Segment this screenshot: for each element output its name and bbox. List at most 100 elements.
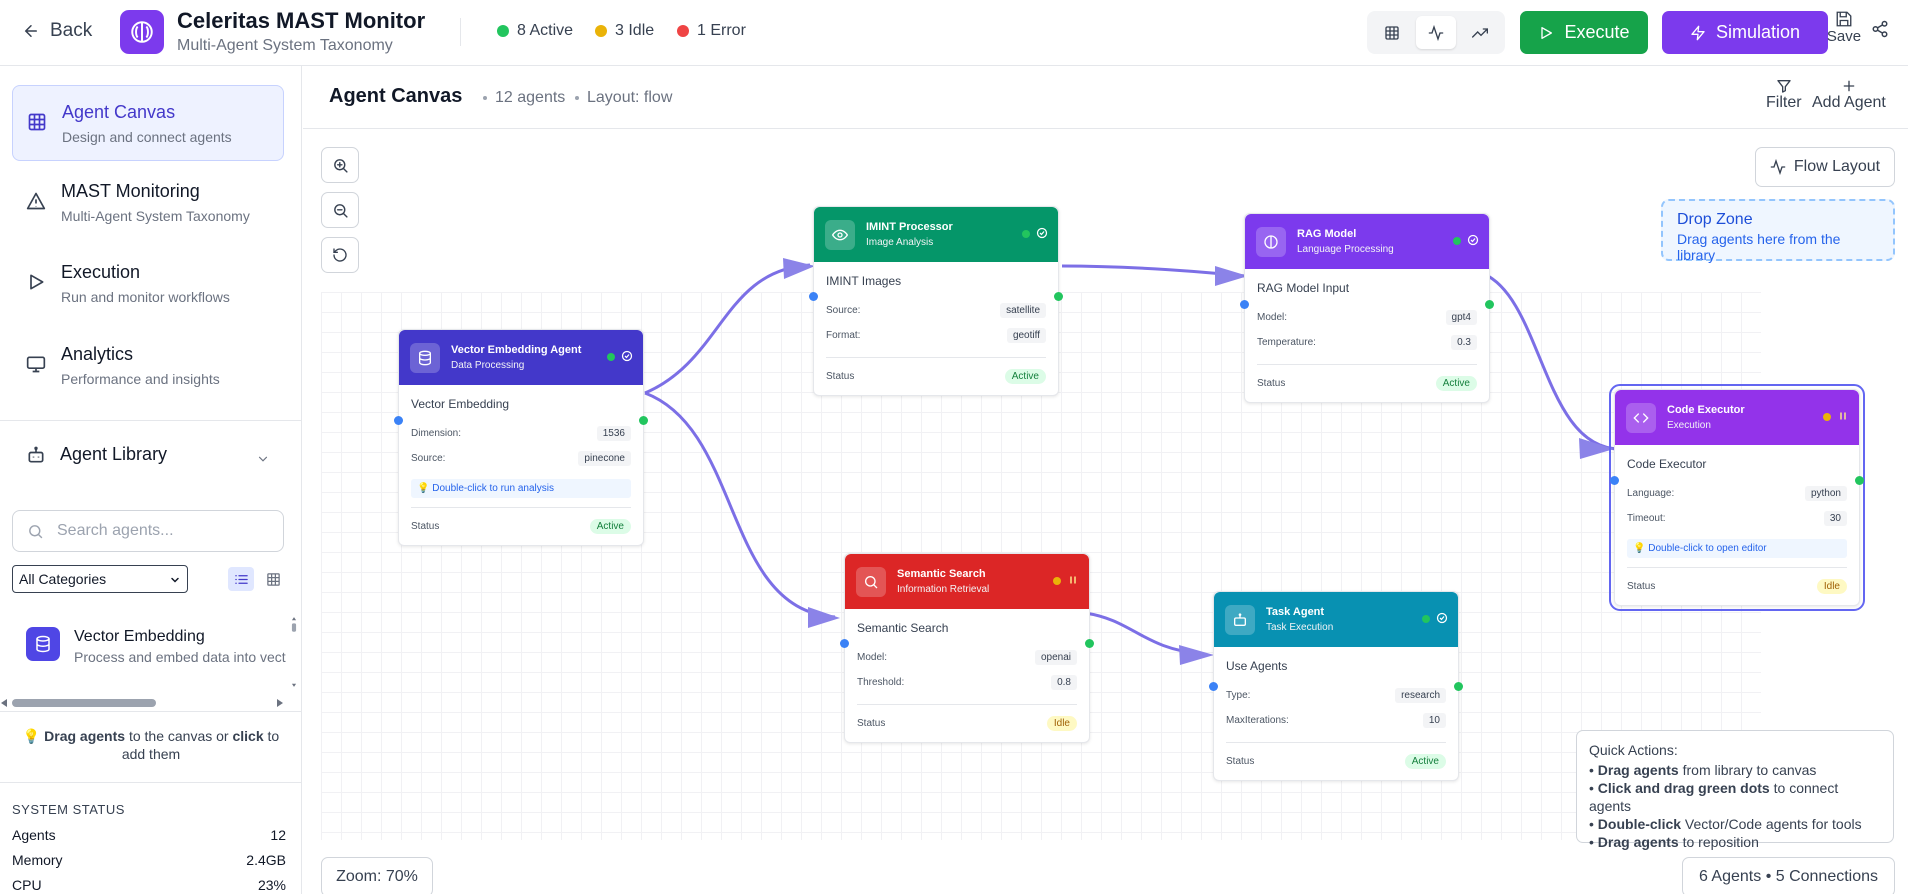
filter-button[interactable]: Filter xyxy=(1766,78,1802,112)
quick-action-bold: Drag agents xyxy=(1597,834,1679,850)
agent-library-toggle[interactable]: Agent Library xyxy=(26,444,167,465)
quick-action-text: Vector/Code agents for tools xyxy=(1681,816,1862,832)
share-button[interactable] xyxy=(1871,20,1889,38)
card-status-row: Status Active xyxy=(411,507,631,545)
field-key: Source: xyxy=(411,453,446,464)
card-field: Source: satellite xyxy=(826,298,1046,323)
input-port[interactable] xyxy=(840,639,849,648)
card-title: IMINT Processor xyxy=(866,221,953,233)
agent-canvas[interactable]: Flow Layout Drop Zone Drag agents here f… xyxy=(303,130,1908,894)
card-body-title: IMINT Images xyxy=(826,274,902,288)
grid-view-button[interactable] xyxy=(260,567,286,591)
card-body: IMINT Images Source: satellite Format: geo… xyxy=(814,262,1058,395)
agent-card-semantic-search[interactable]: Semantic Search Information Retrieval Se… xyxy=(840,553,1094,743)
input-port[interactable] xyxy=(394,416,403,425)
category-select[interactable]: All Categories xyxy=(12,565,188,593)
field-key: Type: xyxy=(1226,690,1251,701)
sidebar-divider xyxy=(0,711,301,712)
input-port[interactable] xyxy=(809,292,818,301)
library-vertical-scrollbar[interactable] xyxy=(288,614,300,690)
nav-agent-canvas[interactable]: Agent Canvas Design and connect agents xyxy=(12,85,284,161)
connection-vector-imint xyxy=(644,263,811,395)
input-port[interactable] xyxy=(1610,476,1619,485)
plus-icon xyxy=(1843,80,1855,92)
save-button[interactable]: Save xyxy=(1824,10,1864,50)
back-button[interactable]: Back xyxy=(22,20,92,42)
agent-card-vector-embedding[interactable]: Vector Embedding Agent Data Processing V… xyxy=(394,329,648,546)
field-value: 10 xyxy=(1422,713,1446,728)
card-body: Code Executor Language: python Timeout: 30… xyxy=(1615,445,1859,605)
input-port[interactable] xyxy=(1240,300,1249,309)
list-view-button[interactable] xyxy=(228,567,254,591)
stat-active-label: 8 Active xyxy=(517,22,574,39)
field-key: Dimension: xyxy=(411,428,462,439)
separator-dot xyxy=(575,96,579,100)
card-tip[interactable]: 💡 Double-click to run analysis xyxy=(411,479,631,498)
view-trending-button[interactable] xyxy=(1460,16,1500,49)
field-value: research xyxy=(1395,688,1446,703)
execute-button[interactable]: Execute xyxy=(1520,11,1648,54)
activity-icon xyxy=(1428,24,1444,41)
library-item-vector-embedding[interactable]: Vector Embedding Process and embed data … xyxy=(12,618,288,676)
card-title: Vector Embedding Agent xyxy=(451,344,582,356)
search-input[interactable] xyxy=(57,520,275,542)
brain-icon xyxy=(1256,227,1286,257)
output-port[interactable] xyxy=(639,416,648,425)
search-icon xyxy=(856,567,886,597)
nav-desc: Design and connect agents xyxy=(62,129,232,145)
chevron-down-icon[interactable] xyxy=(256,452,270,466)
output-port[interactable] xyxy=(1855,476,1864,485)
quick-action-bold: Click and drag green dots xyxy=(1597,780,1770,796)
idle-dot xyxy=(595,25,607,37)
card-subtitle: Information Retrieval xyxy=(897,584,990,595)
zap-icon xyxy=(1691,25,1705,40)
card-tip[interactable]: 💡 Double-click to open editor xyxy=(1627,539,1847,558)
field-value: openai xyxy=(1034,650,1077,665)
output-port[interactable] xyxy=(1485,300,1494,309)
nav-desc: Multi-Agent System Taxonomy xyxy=(61,208,250,224)
status-label: Memory xyxy=(12,852,63,868)
output-port[interactable] xyxy=(1454,682,1463,691)
status-label: Agents xyxy=(12,827,56,843)
card-body-title: RAG Model Input xyxy=(1257,281,1350,295)
eye-icon xyxy=(825,220,855,250)
view-grid-button[interactable] xyxy=(1372,16,1412,49)
card-status-row: Status Active xyxy=(1257,364,1477,402)
nav-label: Agent Canvas xyxy=(62,102,176,122)
simulation-button[interactable]: Simulation xyxy=(1662,11,1828,54)
card-field: Model: openai xyxy=(857,645,1077,670)
add-agent-button[interactable]: Add Agent xyxy=(1812,78,1886,112)
agent-card-rag-model[interactable]: RAG Model Language Processing RAG Model … xyxy=(1240,213,1494,403)
field-key: Temperature: xyxy=(1257,337,1316,348)
agent-card-code-executor[interactable]: Code Executor Execution Code Executor La… xyxy=(1609,384,1865,611)
agent-card-imint-processor[interactable]: IMINT Processor Image Analysis IMINT Ima… xyxy=(809,206,1063,396)
field-key: Model: xyxy=(857,652,888,663)
alert-triangle-icon xyxy=(26,192,46,210)
grid-icon xyxy=(28,113,46,131)
nav-execution[interactable]: Execution Run and monitor workflows xyxy=(12,246,284,322)
monitor-icon xyxy=(26,356,46,373)
field-key: Source: xyxy=(826,305,861,316)
bot-icon xyxy=(1225,605,1255,635)
system-status-row: Agents 12 xyxy=(12,827,286,843)
output-port[interactable] xyxy=(1085,639,1094,648)
database-icon xyxy=(26,627,60,661)
app-subtitle: Multi-Agent System Taxonomy xyxy=(177,37,393,54)
grid-icon xyxy=(266,572,280,586)
input-port[interactable] xyxy=(1209,682,1218,691)
view-activity-button[interactable] xyxy=(1416,16,1456,49)
lightbulb-icon: 💡 xyxy=(22,728,45,744)
output-port[interactable] xyxy=(1054,292,1063,301)
field-value: pinecone xyxy=(578,451,631,466)
nav-mast-monitoring[interactable]: MAST Monitoring Multi-Agent System Taxon… xyxy=(12,165,284,241)
quick-action-bold: Double-click xyxy=(1597,816,1682,832)
nav-analytics[interactable]: Analytics Performance and insights xyxy=(12,328,284,404)
quick-action-item: • Double-click Vector/Code agents for to… xyxy=(1589,816,1862,832)
library-horizontal-scrollbar[interactable] xyxy=(0,696,290,710)
agent-card-task-agent[interactable]: Task Agent Task Execution Use Agents Typ… xyxy=(1209,591,1463,781)
bot-icon xyxy=(28,446,44,462)
filter-label: Filter xyxy=(1766,94,1802,111)
hint-text: to the canvas or xyxy=(125,728,233,744)
status-dot xyxy=(1022,230,1030,238)
check-circle-icon xyxy=(1436,612,1448,624)
